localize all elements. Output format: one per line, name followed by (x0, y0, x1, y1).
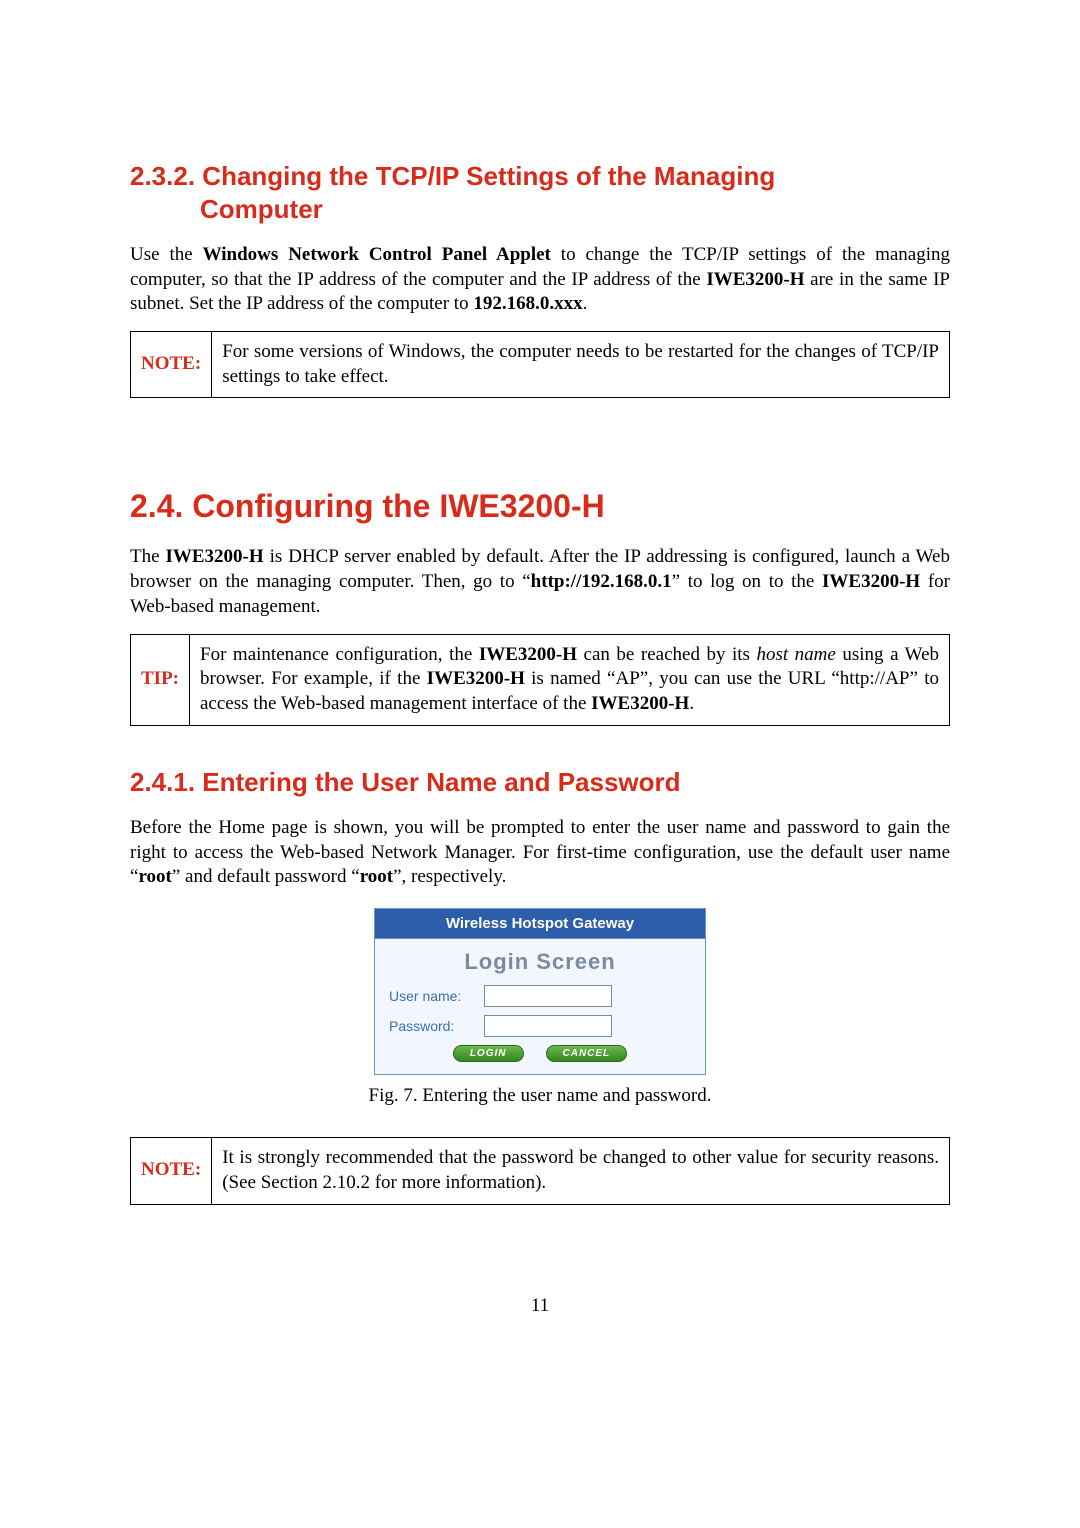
figure-caption-7: Fig. 7. Entering the user name and passw… (130, 1085, 950, 1107)
username-input[interactable] (484, 985, 612, 1007)
default-username: root (138, 866, 171, 887)
device-name: IWE3200-H (706, 269, 804, 290)
text: For maintenance configuration, the (200, 644, 479, 665)
device-name: IWE3200-H (427, 668, 525, 689)
spacer (130, 398, 950, 488)
login-screenshot: Wireless Hotspot Gateway Login Screen Us… (374, 908, 706, 1075)
para-2-3-2: Use the Windows Network Control Panel Ap… (130, 243, 950, 317)
device-name: IWE3200-H (479, 644, 577, 665)
tip-label: TIP: (131, 634, 190, 725)
password-label: Password: (389, 1018, 484, 1034)
heading-text: Configuring the IWE3200-H (192, 488, 604, 524)
text: can be reached by its (577, 644, 756, 665)
tip-box: TIP: For maintenance configuration, the … (130, 634, 950, 726)
note-label: NOTE: (131, 332, 212, 398)
note-label: NOTE: (131, 1138, 212, 1204)
default-password: root (360, 866, 393, 887)
heading-number: 2.3.2. (130, 161, 195, 191)
heading-text-line2: Computer (130, 193, 950, 226)
note-box-2: NOTE: It is strongly recommended that th… (130, 1137, 950, 1204)
applet-name: Windows Network Control Panel Applet (203, 244, 551, 265)
text: The (130, 546, 165, 567)
heading-number: 2.4. (130, 488, 183, 524)
device-name: IWE3200-H (822, 571, 920, 592)
heading-number: 2.4.1. (130, 767, 195, 797)
password-input[interactable] (484, 1015, 612, 1037)
password-row: Password: (389, 1015, 691, 1037)
login-heading: Login Screen (389, 949, 691, 975)
login-button[interactable]: LOGIN (453, 1045, 524, 1062)
heading-text-line1: Changing the TCP/IP Settings of the Mana… (202, 161, 775, 191)
login-inner: Login Screen User name: Password: LOGIN … (375, 939, 705, 1074)
page-number: 11 (130, 1295, 950, 1317)
tip-text: For maintenance configuration, the IWE32… (190, 634, 950, 725)
note-box-1: NOTE: For some versions of Windows, the … (130, 331, 950, 398)
login-titlebar: Wireless Hotspot Gateway (375, 909, 705, 939)
para-2-4-1: Before the Home page is shown, you will … (130, 816, 950, 890)
note-text: For some versions of Windows, the comput… (212, 332, 950, 398)
heading-2-4: 2.4. Configuring the IWE3200-H (130, 488, 950, 525)
hostname-term: host name (756, 644, 835, 665)
ip-address: 192.168.0.xxx (473, 293, 582, 314)
device-name: IWE3200-H (591, 693, 689, 714)
device-name: IWE3200-H (165, 546, 263, 567)
cancel-button[interactable]: CANCEL (546, 1045, 628, 1062)
username-row: User name: (389, 985, 691, 1007)
text: ” to log on to the (672, 571, 822, 592)
url-text: http://192.168.0.1 (531, 571, 672, 592)
heading-2-4-1: 2.4.1. Entering the User Name and Passwo… (130, 766, 950, 799)
text: ” and default password “ (172, 866, 360, 887)
document-page: 2.3.2. Changing the TCP/IP Settings of t… (0, 0, 1080, 1377)
heading-text: Entering the User Name and Password (202, 767, 680, 797)
login-buttons: LOGIN CANCEL (389, 1045, 691, 1062)
text: . (689, 693, 694, 714)
text: ”, respectively. (393, 866, 506, 887)
heading-2-3-2: 2.3.2. Changing the TCP/IP Settings of t… (130, 160, 950, 225)
note-text: It is strongly recommended that the pass… (212, 1138, 950, 1204)
text: . (583, 293, 588, 314)
spacer (130, 726, 950, 766)
username-label: User name: (389, 988, 484, 1004)
para-2-4: The IWE3200-H is DHCP server enabled by … (130, 545, 950, 619)
text: Use the (130, 244, 203, 265)
